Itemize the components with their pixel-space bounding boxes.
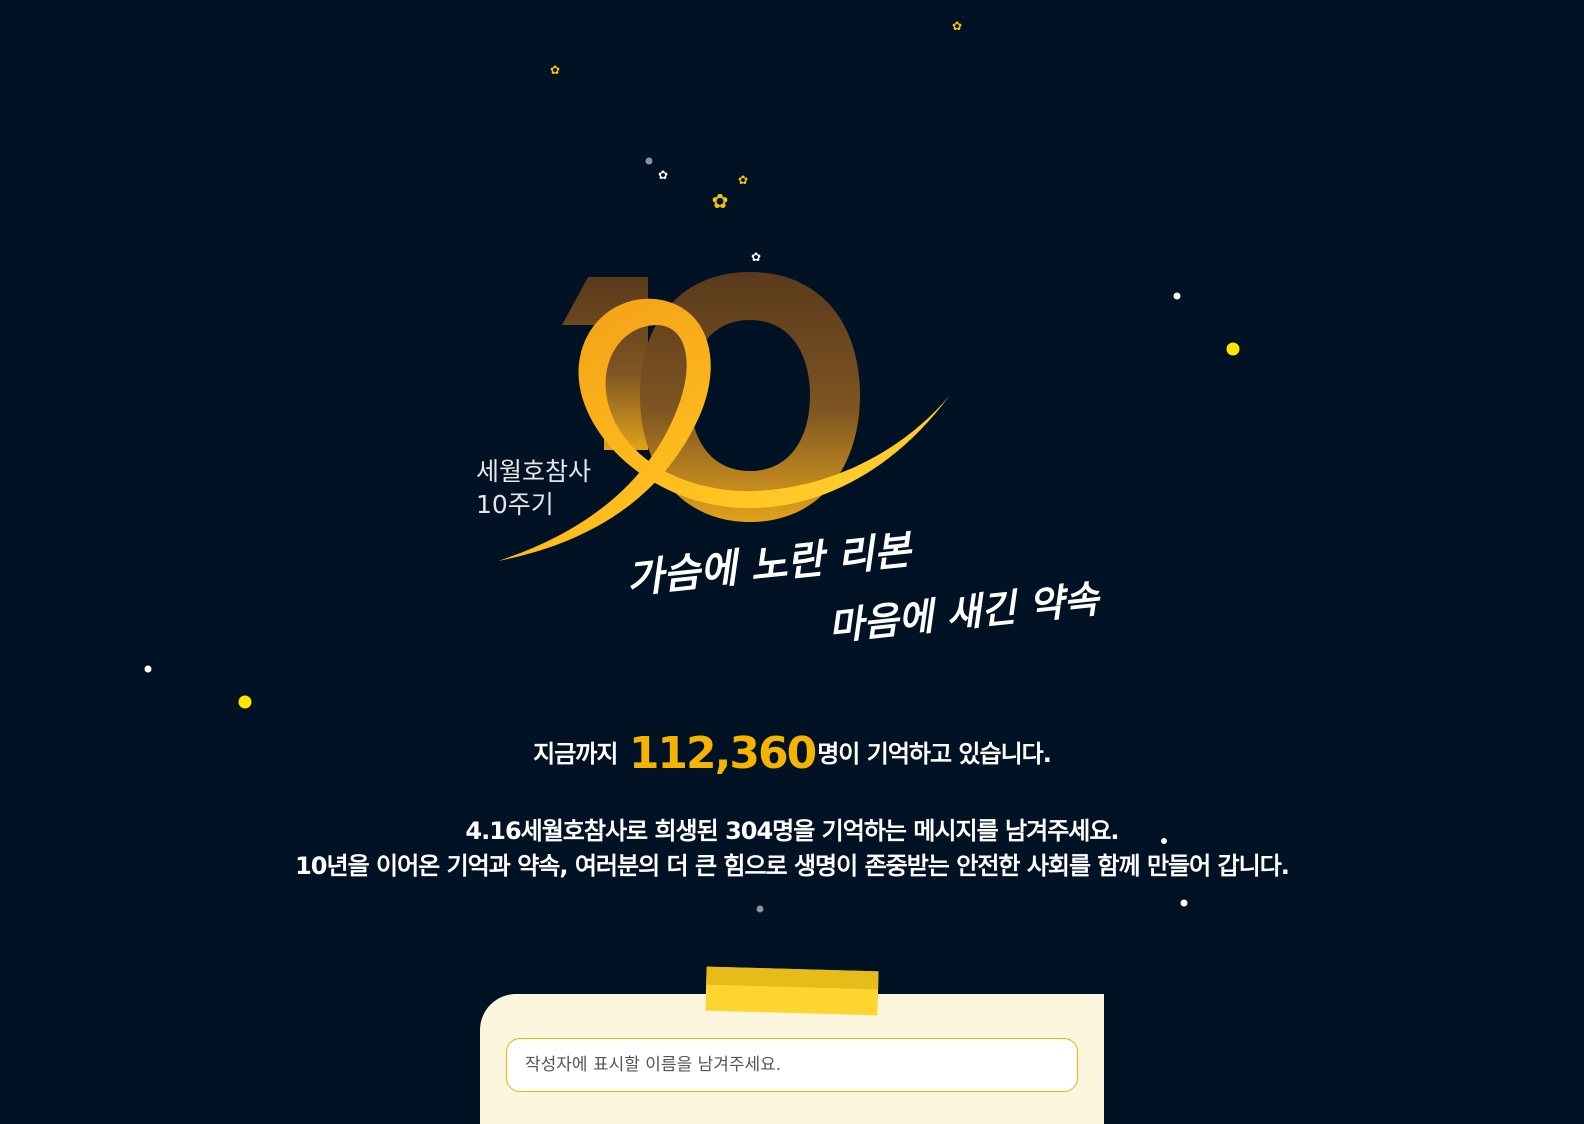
counter-suffix: 명이 기억하고 있습니다. — [817, 740, 1052, 768]
memory-counter: 지금까지 112,360명이 기억하고 있습니다. — [0, 728, 1584, 779]
logo-caption-line1: 세월호참사 — [476, 457, 591, 486]
slogan-line1: 가슴에 노란 리본 — [624, 527, 916, 603]
intro-line2: 10년을 이어온 기억과 약속, 여러분의 더 큰 힘으로 생명이 존중받는 안… — [295, 852, 1290, 880]
svg-text:✿: ✿ — [712, 189, 729, 213]
svg-text:✿: ✿ — [738, 173, 748, 187]
ribbon-brush-stroke — [498, 298, 950, 561]
intro-line1: 4.16세월호참사로 희생된 304명을 기억하는 메시지를 남겨주세요. — [465, 817, 1119, 845]
flower-icons: ✿ ✿ ✿ ✿ ✿ ✿ — [550, 19, 962, 264]
svg-text:✿: ✿ — [550, 63, 560, 77]
author-name-input[interactable] — [506, 1038, 1078, 1092]
logo-caption-line2: 10주기 — [476, 490, 554, 519]
tape-decoration — [705, 966, 879, 1016]
memory-count: 112,360 — [628, 728, 817, 779]
counter-prefix: 지금까지 — [533, 740, 618, 768]
svg-text:✿: ✿ — [658, 168, 668, 182]
slogan-line2: 마음에 새긴 약속 — [826, 577, 1103, 649]
svg-text:✿: ✿ — [952, 19, 962, 33]
anniversary-logo: 세월호참사 10주기 가슴에 노란 리본 마음에 새긴 약속 — [476, 272, 1104, 649]
intro-message: 4.16세월호참사로 희생된 304명을 기억하는 메시지를 남겨주세요. 10… — [0, 814, 1584, 884]
